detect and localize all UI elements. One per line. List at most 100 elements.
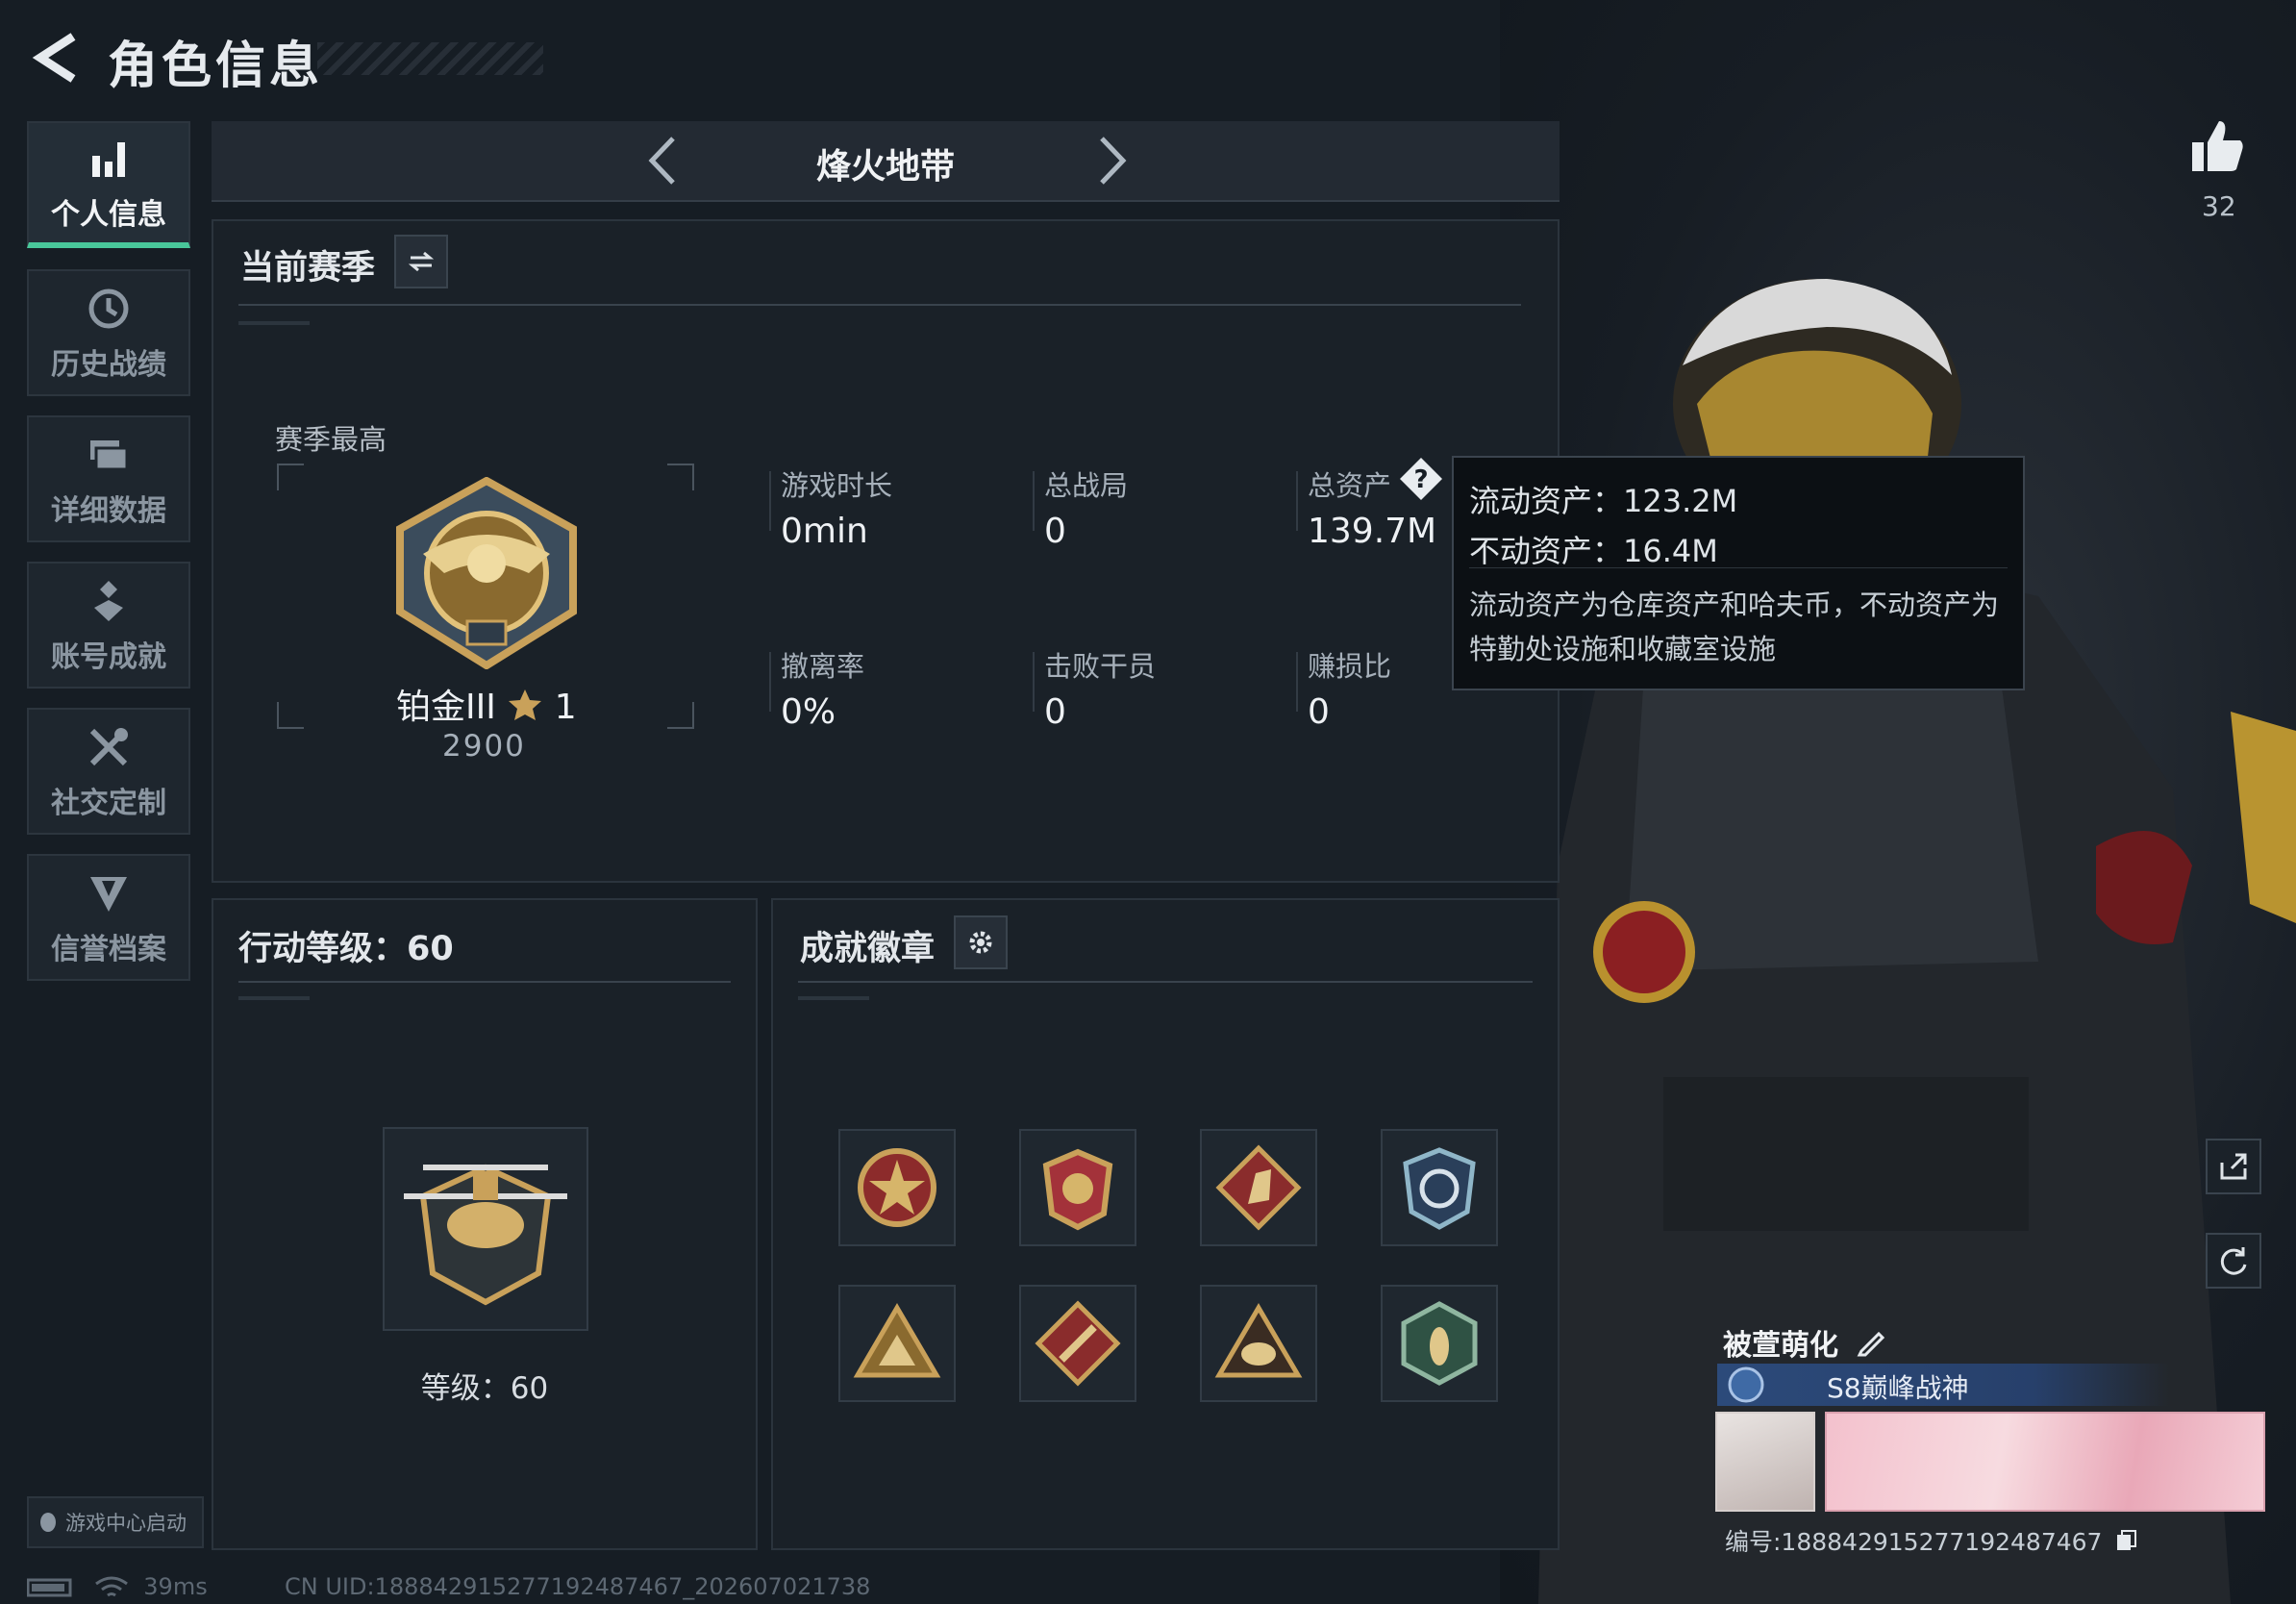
rank-stars: 1 (554, 688, 577, 727)
stat-value: 139.7M (1308, 512, 1437, 551)
divider (769, 652, 771, 712)
like-count: 32 (2202, 190, 2236, 222)
assets-tooltip: 流动资产：123.2M 不动资产：16.4M 流动资产为仓库资产和哈夫币，不动资… (1452, 456, 2025, 690)
stat-value: 0 (1308, 692, 1330, 732)
copy-icon[interactable] (2113, 1529, 2138, 1554)
game-center-launch-button[interactable]: 游戏中心启动 (27, 1496, 204, 1548)
device-status: 39ms (26, 1573, 208, 1601)
stat-label: 游戏时长 (781, 469, 893, 502)
wasp-hexagon-icon (1401, 1301, 1478, 1386)
achievement-badges-panel: 成就徽章 (771, 898, 1560, 1550)
eagle-shield-icon (1042, 1148, 1113, 1231)
player-id-text: 编号:1888429152771924874​67 (1725, 1528, 2103, 1556)
share-button[interactable] (2206, 1139, 2261, 1194)
swap-arrows-icon (408, 251, 435, 272)
thumbs-up-icon[interactable] (2188, 117, 2246, 175)
decoration (798, 996, 869, 1000)
help-question-icon[interactable]: ? (1398, 456, 1444, 502)
badge-slot[interactable] (838, 1285, 956, 1402)
player-name: 被萱萌化 (1723, 1321, 1888, 1364)
battery-icon (26, 1578, 72, 1597)
page-title: 角色信息 (108, 38, 324, 95)
ping-text: 39ms (143, 1573, 208, 1600)
svg-text:?: ? (1413, 465, 1428, 494)
frame-corner (277, 464, 304, 490)
rotate-button[interactable] (2206, 1233, 2261, 1289)
folder-stack-icon (90, 440, 129, 471)
fixed-assets-text: 不动资产：16.4M (1469, 533, 1718, 569)
sidebar-item-history[interactable]: 历史战绩 (27, 269, 190, 396)
sidebar-item-detailed-data[interactable]: 详细数据 (27, 415, 190, 542)
divider (1033, 471, 1035, 531)
player-id: 编号:1888429152771924874​67 (1725, 1523, 2138, 1558)
level-text: 等级：60 (420, 1371, 549, 1406)
sidebar-item-social-custom[interactable]: 社交定制 (27, 708, 190, 835)
badge-settings-button[interactable] (954, 915, 1008, 969)
qq-penguin-icon (40, 1513, 56, 1532)
divider (1033, 652, 1035, 712)
avatar[interactable] (1715, 1412, 1815, 1512)
badge-slot[interactable] (1381, 1129, 1498, 1246)
frame-corner (667, 464, 694, 490)
star-medal-icon (858, 1148, 936, 1227)
action-level-panel: 行动等级：60 等级：60 (212, 898, 758, 1550)
sidebar-item-label: 详细数据 (51, 494, 166, 528)
helicopter-shield-icon (404, 1164, 567, 1306)
mode-switcher: 烽火地带 (212, 121, 1560, 202)
sidebar-item-personal-info[interactable]: 个人信息 (27, 121, 190, 248)
pyramid-triangle-icon (853, 1303, 941, 1378)
badge-slot[interactable] (1019, 1285, 1136, 1402)
liquid-assets-text: 流动资产：123.2M (1469, 483, 1738, 519)
stat-value: 0 (1044, 512, 1066, 551)
decoration (238, 321, 310, 325)
sidebar-item-label: 社交定制 (51, 787, 166, 820)
sidebar-item-label: 个人信息 (51, 198, 166, 232)
peak-emblem-icon (1728, 1366, 1764, 1403)
stat-label: 赚损比 (1308, 650, 1392, 683)
gear-icon (969, 931, 992, 954)
rotate-icon (2220, 1247, 2247, 1275)
sidebar-item-achievements[interactable]: 账号成就 (27, 562, 190, 689)
decoration (238, 996, 310, 1000)
stat-value: 0% (781, 692, 836, 732)
divider (1296, 652, 1298, 712)
share-icon (2220, 1153, 2247, 1180)
player-banner[interactable] (1825, 1412, 2265, 1512)
season-best-label: 赛季最高 (275, 423, 387, 456)
edit-pencil-icon[interactable] (1856, 1328, 1888, 1357)
platinum-rank-emblem-icon (396, 477, 577, 669)
rank-name: 铂金III 1 (396, 679, 577, 729)
rank-tier: 铂金III (396, 688, 496, 727)
divider (238, 304, 1521, 306)
back-arrow-icon[interactable] (27, 29, 85, 87)
clock-history-icon (88, 288, 129, 329)
sidebar-item-label: 信誉档案 (51, 933, 166, 966)
chevron-right-icon[interactable] (1086, 135, 1135, 187)
badge-slot[interactable] (1381, 1285, 1498, 1402)
level-emblem-frame (383, 1127, 588, 1331)
globe-shield-icon (1403, 1147, 1476, 1230)
divider (238, 981, 731, 983)
uid-text: CN UID:1888429152771924874​67_2026070217… (285, 1573, 871, 1600)
title-decoration (317, 42, 543, 75)
stat-label: 总资产 (1308, 469, 1392, 502)
game-center-launch-label: 游戏中心启动 (65, 1512, 187, 1535)
sidebar-item-label: 账号成就 (51, 640, 166, 674)
stat-value: 0min (781, 512, 868, 551)
player-title: S8巅峰战神 (1827, 1372, 1969, 1404)
season-switch-button[interactable] (394, 235, 448, 288)
wifi-icon (94, 1576, 128, 1597)
rank-points: 2900 (442, 729, 526, 764)
stat-value: 0 (1044, 692, 1066, 732)
divider (1469, 567, 2008, 568)
stat-label: 撤离率 (781, 650, 865, 683)
badge-slot[interactable] (1200, 1129, 1317, 1246)
badge-slot[interactable] (1200, 1285, 1317, 1402)
panel-heading: 成就徽章 (800, 930, 936, 968)
player-name-text: 被萱萌化 (1723, 1329, 1838, 1363)
sidebar-item-credit-file[interactable]: 信誉档案 (27, 854, 190, 981)
badge-slot[interactable] (838, 1129, 956, 1246)
star-icon (509, 689, 542, 720)
badge-slot[interactable] (1019, 1129, 1136, 1246)
frame-corner (277, 702, 304, 729)
